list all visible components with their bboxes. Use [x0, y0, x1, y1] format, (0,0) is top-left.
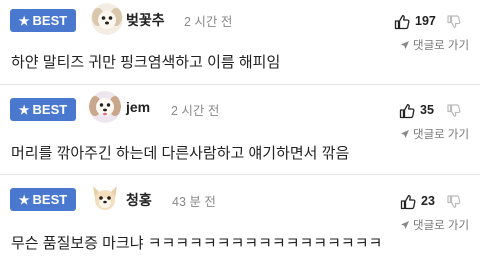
- avatar[interactable]: [89, 182, 121, 214]
- best-badge-label: BEST: [32, 13, 68, 28]
- reply-label: 댓글로 가기: [413, 220, 470, 232]
- thumbs-down-icon[interactable]: [447, 103, 461, 119]
- comment-time: 43 분 전: [172, 195, 216, 209]
- like-count: 35: [420, 103, 434, 117]
- comment-1: ★ BEST 벚꽃추 2 시간 전 197 댓글로 가기 하얀 말티즈 귀만 핑…: [0, 0, 480, 84]
- arrow-icon: [401, 41, 409, 49]
- like-button[interactable]: 23: [400, 193, 446, 211]
- like-button[interactable]: 197: [394, 13, 440, 31]
- go-to-reply-link[interactable]: 댓글로 가기: [400, 37, 469, 53]
- comment-text: 머리를 깎아주긴 하는데 다른사람하고 얘기하면서 깎음: [11, 145, 350, 162]
- reply-label: 댓글로 가기: [413, 40, 470, 52]
- go-to-reply-link[interactable]: 댓글로 가기: [400, 217, 469, 233]
- like-count: 23: [421, 194, 435, 208]
- divider: [0, 84, 480, 85]
- comment-3: ★ BEST 청홍 43 분 전 23 댓글로 가기 무슨 품질보증 마크냐 ㅋ…: [0, 179, 480, 263]
- comment-time: 2 시간 전: [184, 15, 233, 29]
- reply-label: 댓글로 가기: [413, 129, 470, 141]
- like-button[interactable]: 35: [399, 102, 445, 120]
- thumbs-up-icon: [394, 14, 410, 30]
- arrow-icon: [401, 130, 409, 138]
- star-icon: ★: [18, 13, 30, 28]
- best-badge: ★ BEST: [10, 188, 76, 211]
- comment-nickname[interactable]: 청홍: [126, 190, 152, 210]
- avatar[interactable]: [91, 3, 123, 35]
- arrow-icon: [401, 221, 409, 229]
- comment-time: 2 시간 전: [171, 104, 220, 118]
- go-to-reply-link[interactable]: 댓글로 가기: [400, 126, 469, 142]
- thumbs-up-icon: [400, 194, 416, 210]
- comment-nickname[interactable]: jem: [126, 99, 150, 115]
- thumbs-up-icon: [399, 103, 415, 119]
- comment-text: 하얀 말티즈 귀만 핑크염색하고 이름 해피임: [11, 54, 281, 71]
- best-badge: ★ BEST: [10, 98, 76, 121]
- best-badge-label: BEST: [32, 192, 68, 207]
- divider: [0, 174, 480, 175]
- best-badge: ★ BEST: [10, 9, 76, 32]
- comment-2: ★ BEST jem 2 시간 전 35 댓글로 가기 머리를 깎아주긴 하는데…: [0, 89, 480, 173]
- thumbs-down-icon[interactable]: [447, 14, 461, 30]
- star-icon: ★: [18, 102, 30, 117]
- avatar[interactable]: [89, 91, 121, 123]
- thumbs-down-icon[interactable]: [447, 194, 461, 210]
- star-icon: ★: [18, 192, 30, 207]
- best-badge-label: BEST: [32, 102, 68, 117]
- like-count: 197: [415, 14, 436, 28]
- comment-text: 무슨 품질보증 마크냐 ㅋㅋㅋㅋㅋㅋㅋㅋㅋㅋㅋㅋㅋㅋㅋㅋㅋ: [11, 235, 383, 252]
- comment-nickname[interactable]: 벚꽃추: [126, 10, 165, 30]
